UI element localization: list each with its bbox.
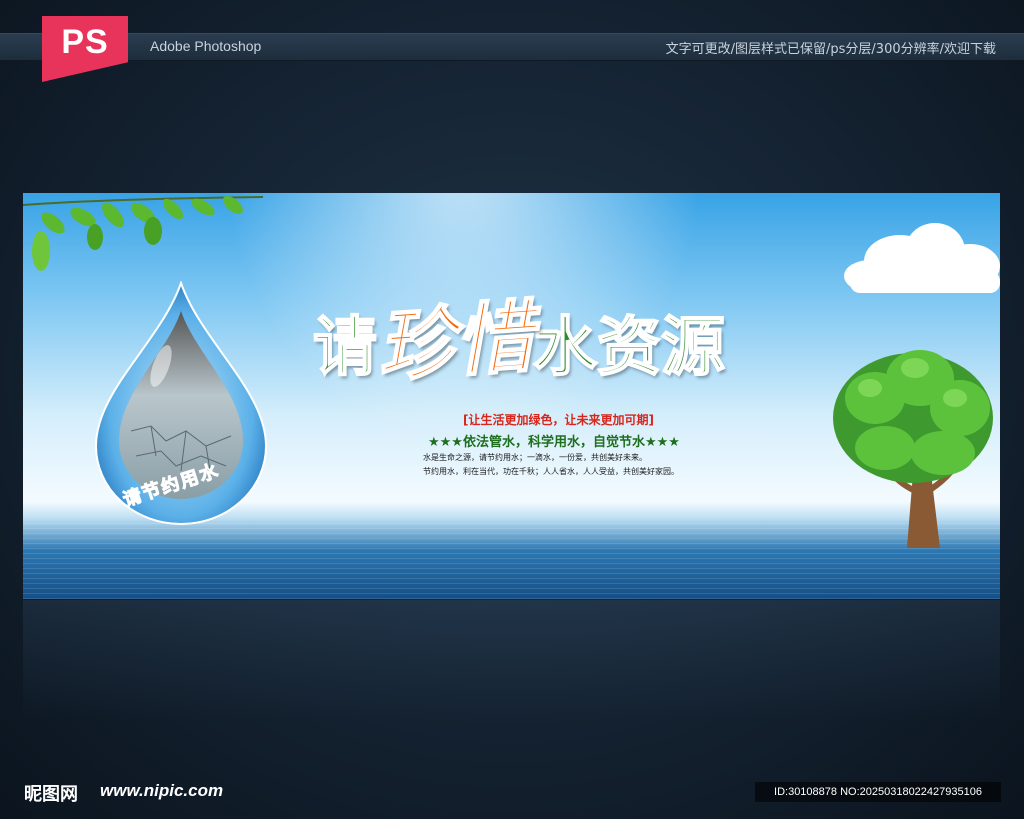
site-url[interactable]: www.nipic.com	[100, 781, 223, 801]
headline-part-2: 珍惜	[373, 291, 537, 395]
app-name: Adobe Photoshop	[150, 38, 262, 54]
body-text-2: 节约用水，利在当代，功在千秋；人人省水，人人受益，共创美好家园。	[423, 467, 679, 476]
image-id-label: ID:30108878 NO:20250318022427935106	[755, 782, 1001, 802]
body-text-1: 水是生命之源，请节约用水；一滴水，一份爱，共创美好未来。	[423, 453, 647, 462]
poster-banner: 请节约用水 请珍惜水资源 [让生活更加绿色，让未来更加可期] ★★★依法管水，科…	[23, 193, 1000, 599]
feature-list: 文字可更改/图层样式已保留/ps分层/300分辨率/欢迎下载	[665, 42, 996, 57]
headline-part-3: 水资源	[532, 310, 726, 386]
headline: 请珍惜水资源	[312, 291, 873, 403]
slogan-red: [让生活更加绿色，让未来更加可期]	[463, 413, 654, 427]
slogan-green: ★★★依法管水，科学用水，自觉节水★★★	[428, 435, 680, 450]
site-logo: 昵图网	[24, 784, 78, 805]
ps-logo: PS	[42, 16, 128, 82]
cloud-icon	[844, 223, 1000, 293]
leaves-icon	[23, 196, 264, 271]
banner-reflection	[23, 600, 1000, 720]
headline-part-1: 请	[312, 310, 378, 386]
